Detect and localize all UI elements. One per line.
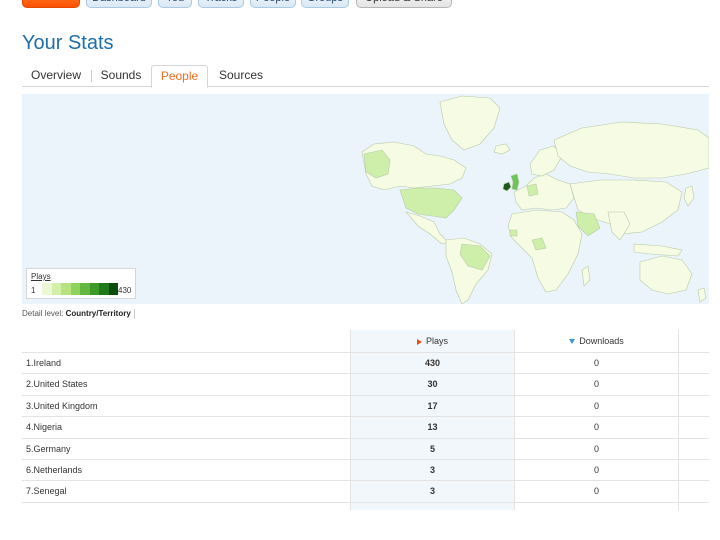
table-row[interactable]: 3.United Kingdom 17 0 [22, 396, 709, 418]
stats-tabs: Overview Sounds People Sources [22, 64, 709, 88]
downloads-count: 0 [593, 464, 599, 475]
table-row[interactable]: 4.Nigeria 13 0 [22, 417, 709, 439]
download-arrow-icon [569, 339, 576, 345]
tab-sounds[interactable]: Sounds [96, 65, 146, 87]
map-australia [639, 255, 693, 295]
table-header: Plays Downloads [22, 330, 709, 353]
plays-header-label: Plays [425, 336, 448, 346]
map-japan [683, 185, 695, 207]
map-senegal [509, 229, 518, 237]
plays-count: 3 [429, 486, 435, 497]
legend-swatch [42, 283, 52, 295]
stats-page: Dashboard You Tracks People Groups Uploa… [0, 0, 720, 540]
map-united-kingdom [510, 173, 520, 191]
nav-you[interactable]: You [158, 0, 192, 8]
downloads-count: 0 [593, 379, 599, 390]
plays-column-header[interactable]: Plays [350, 330, 515, 353]
nav-groups[interactable]: Groups [301, 0, 349, 8]
downloads-header-label: Downloads [579, 336, 624, 346]
legend-swatch [89, 283, 99, 295]
plays-count: 3 [429, 464, 435, 475]
legend-min: 1 [31, 286, 36, 295]
map-legend: Plays 1 430 [26, 268, 136, 299]
downloads-count: 0 [593, 486, 599, 497]
legend-swatch [61, 283, 71, 295]
country-name: 6.Netherlands [26, 464, 83, 475]
map-iceland [493, 143, 511, 155]
legend-label: Plays [31, 272, 51, 281]
map-germany [526, 183, 539, 197]
downloads-column-header[interactable]: Downloads [515, 330, 678, 353]
legend-swatch [99, 283, 109, 295]
country-name: 7.Senegal [26, 486, 67, 497]
page-title: Your Stats [22, 32, 114, 54]
country-name: 5.Germany [26, 443, 71, 454]
map-indonesia [633, 243, 683, 257]
legend-swatch [51, 283, 61, 295]
table-row[interactable]: 5.Germany 5 0 [22, 439, 709, 460]
map-africa [507, 209, 583, 293]
tab-people[interactable]: People [151, 65, 208, 88]
top-nav: Dashboard You Tracks People Groups Uploa… [0, 0, 720, 10]
plays-count: 430 [424, 358, 441, 368]
legend-max: 430 [118, 286, 132, 295]
soundcloud-logo[interactable] [22, 0, 80, 8]
table-row[interactable]: 7.Senegal 3 0 [22, 481, 709, 503]
downloads-count: 0 [593, 358, 599, 368]
map-russia [553, 121, 709, 179]
downloads-count: 0 [593, 422, 599, 433]
map-ireland [502, 181, 512, 192]
country-stats-table: Plays Downloads 1.Ireland 430 0 2.United… [22, 330, 709, 510]
legend-swatch [80, 283, 90, 295]
table-row[interactable]: 1.Ireland 430 0 [22, 353, 709, 375]
tab-sources[interactable]: Sources [213, 65, 269, 87]
tab-divider [91, 70, 92, 82]
plays-count: 30 [427, 379, 438, 390]
country-name: 4.Nigeria [26, 422, 63, 433]
downloads-count: 0 [593, 443, 599, 454]
country-name: 2.United States [26, 379, 88, 390]
map-madagascar [581, 265, 591, 287]
downloads-count: 0 [593, 400, 599, 411]
table-row[interactable]: 6.Netherlands 3 0 [22, 460, 709, 482]
legend-swatch [108, 283, 118, 295]
plays-count: 13 [427, 422, 438, 433]
detail-level-label: Detail level: [22, 309, 64, 319]
country-name: 1.Ireland [26, 358, 62, 368]
legend-swatch [70, 283, 80, 295]
nav-tracks[interactable]: Tracks [198, 0, 244, 8]
table-body: 1.Ireland 430 0 2.United States 30 0 3.U… [22, 353, 709, 503]
legend-color-scale [42, 283, 118, 295]
map-greenland [439, 95, 501, 151]
detail-level: Detail level: Country/Territory [22, 309, 135, 319]
detail-level-value[interactable]: Country/Territory [66, 309, 131, 318]
tab-overview[interactable]: Overview [26, 65, 86, 87]
upload-share-button[interactable]: Upload & Share [356, 0, 452, 8]
nav-dashboard[interactable]: Dashboard [86, 0, 152, 8]
detail-divider [133, 309, 135, 319]
map-new-zealand [697, 287, 707, 303]
plays-count: 17 [427, 400, 438, 411]
table-row[interactable]: 2.United States 30 0 [22, 374, 709, 396]
plays-count: 5 [429, 443, 435, 454]
world-map[interactable]: Plays 1 430 [22, 94, 709, 304]
country-name: 3.United Kingdom [26, 400, 98, 411]
nav-people[interactable]: People [250, 0, 296, 8]
map-europe [513, 173, 575, 211]
sort-arrow-icon [416, 338, 422, 345]
